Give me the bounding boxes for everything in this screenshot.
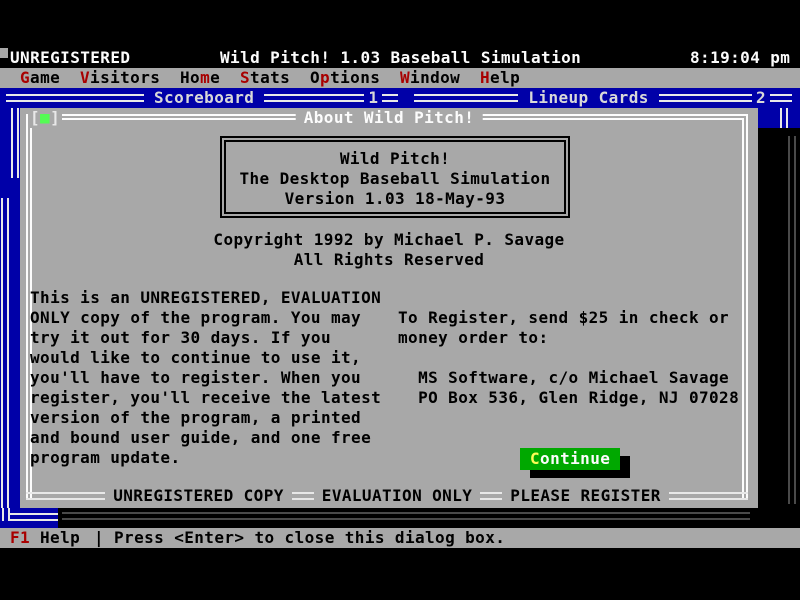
app-title: Wild Pitch! 1.03 Baseball Simulation [220, 48, 581, 68]
f1-key-label[interactable]: F1 [10, 528, 30, 548]
status-message: Press <Enter> to close this dialog box. [114, 528, 505, 548]
window-border-line [770, 94, 792, 102]
menu-item-window[interactable]: Window [400, 68, 460, 88]
menu-item-visitors[interactable]: Visitors [80, 68, 160, 88]
dialog-title[interactable]: About Wild Pitch! [296, 108, 483, 128]
dialog-shadow-bottom [58, 508, 786, 528]
shadowed-border-line [62, 512, 750, 520]
about-dialog: [■] About Wild Pitch! Wild Pitch! The De… [20, 108, 758, 508]
window-border-line [8, 513, 58, 521]
border-line [292, 492, 314, 500]
window-border-line [11, 108, 19, 178]
footer-unregistered: UNREGISTERED COPY [105, 486, 292, 506]
footer-evaluation: EVALUATION ONLY [314, 486, 481, 506]
border-line [480, 492, 502, 500]
window-title-scoreboard[interactable]: Scoreboard [144, 88, 264, 108]
clock: 8:19:04 pm [690, 48, 790, 68]
window-border-line [6, 94, 144, 102]
footer-register: PLEASE REGISTER [502, 486, 669, 506]
status-bar: F1 Help | Press <Enter> to close this di… [0, 528, 800, 548]
dialog-shadow-right [758, 128, 800, 528]
background-window-edge-right [758, 108, 800, 128]
register-instructions: To Register, send $25 in check or money … [398, 308, 739, 408]
continue-button[interactable]: Continue [520, 448, 620, 470]
registration-status: UNREGISTERED [10, 48, 130, 68]
menu-item-stats[interactable]: Stats [240, 68, 290, 88]
product-info-box: Wild Pitch! The Desktop Baseball Simulat… [220, 136, 570, 218]
copyright-text: Copyright 1992 by Michael P. Savage All … [20, 230, 758, 270]
window-border-line [382, 94, 398, 102]
window-border-line [659, 94, 752, 102]
shadowed-border-line [788, 136, 796, 504]
mouse-cursor-block [0, 48, 8, 58]
window-border-line [414, 94, 518, 102]
text-mode-area: UNREGISTERED Wild Pitch! 1.03 Baseball S… [0, 48, 800, 548]
dos-screen: UNREGISTERED Wild Pitch! 1.03 Baseball S… [0, 0, 800, 600]
background-windows-row: Scoreboard 1 Lineup Cards 2 [0, 88, 800, 108]
background-window-corner [0, 508, 58, 528]
menu-item-help[interactable]: Help [480, 68, 520, 88]
close-icon: ■ [40, 108, 50, 127]
window-number-2[interactable]: 2 [752, 88, 770, 108]
title-bar: UNREGISTERED Wild Pitch! 1.03 Baseball S… [0, 48, 800, 68]
dialog-footer: UNREGISTERED COPY EVALUATION ONLY PLEASE… [26, 486, 748, 506]
menu-item-game[interactable]: Game [20, 68, 60, 88]
border-line [26, 492, 105, 500]
evaluation-notice: This is an UNREGISTERED, EVALUATION ONLY… [30, 288, 381, 468]
background-window-edge-left [0, 108, 20, 508]
status-separator: | [94, 528, 104, 548]
menu-bar: Game Visitors Home Stats Options Window … [0, 68, 800, 88]
help-label[interactable]: Help [40, 528, 80, 548]
menu-item-options[interactable]: Options [310, 68, 380, 88]
window-border-line [264, 94, 364, 102]
border-line [669, 492, 748, 500]
close-button[interactable]: [■] [28, 108, 62, 128]
window-border-line [1, 198, 9, 508]
window-number-1[interactable]: 1 [364, 88, 382, 108]
window-border-line [780, 108, 788, 128]
menu-item-home[interactable]: Home [180, 68, 220, 88]
window-title-lineup-cards[interactable]: Lineup Cards [518, 88, 658, 108]
